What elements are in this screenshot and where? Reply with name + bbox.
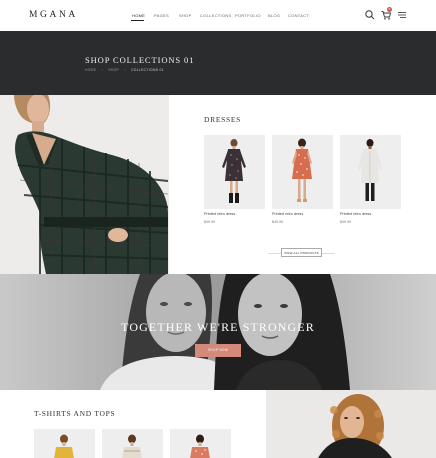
product-image[interactable]	[170, 429, 231, 458]
site-header: MGANA HOME PAGES SHOP COLLECTIONS PORTFO…	[0, 0, 436, 31]
breadcrumb: HOME › SHOP › COLLECTIONS 01	[85, 68, 168, 72]
breadcrumb-separator-icon: ›	[101, 68, 104, 72]
hero-image	[0, 95, 169, 274]
product-image[interactable]	[204, 135, 265, 209]
menu-icon[interactable]	[396, 9, 408, 21]
divider-line	[322, 252, 335, 253]
product-image[interactable]	[34, 429, 95, 458]
nav-contact[interactable]: CONTACT	[288, 13, 309, 18]
cart-count-badge: 0	[387, 7, 392, 12]
product-price: $49.99	[340, 220, 351, 224]
search-icon[interactable]	[364, 9, 376, 21]
nav-portfolio[interactable]: PORTFOLIO	[235, 13, 261, 18]
breadcrumb-current: COLLECTIONS 01	[131, 68, 164, 72]
banner-headline: TOGETHER WE'RE STRONGER	[121, 320, 315, 334]
product-image[interactable]	[272, 135, 333, 209]
product-name[interactable]: Printed retro dress	[340, 212, 371, 216]
breadcrumb-separator-icon: ›	[124, 68, 126, 72]
divider-line	[268, 252, 281, 253]
product-name[interactable]: Printed retro dress	[204, 212, 235, 216]
product-image[interactable]	[102, 429, 163, 458]
dresses-title: DRESSES	[204, 115, 241, 124]
page-title: SHOP COLLECTIONS 01	[85, 55, 195, 65]
breadcrumb-home[interactable]: HOME	[85, 68, 96, 72]
page-title-band	[0, 31, 436, 95]
nav-shop[interactable]: SHOP	[179, 13, 192, 18]
site-logo[interactable]: MGANA	[29, 10, 78, 20]
product-image[interactable]	[340, 135, 401, 209]
product-price: $49.99	[204, 220, 215, 224]
nav-collections[interactable]: COLLECTIONS	[200, 13, 232, 18]
view-all-products-button[interactable]: VIEW ALL PRODUCTS	[281, 248, 322, 257]
nav-blog[interactable]: BLOG	[268, 13, 280, 18]
nav-home[interactable]: HOME	[132, 13, 145, 18]
shop-now-button[interactable]: SHOP NOW	[195, 344, 241, 357]
nav-pages[interactable]: PAGES	[154, 13, 169, 18]
product-name[interactable]: Printed retro dress	[272, 212, 303, 216]
breadcrumb-shop[interactable]: SHOP	[108, 68, 119, 72]
tshirts-title: T-SHIRTS AND TOPS	[34, 409, 116, 418]
product-price: $49.99	[272, 220, 283, 224]
nav-active-underline	[131, 20, 144, 21]
side-image	[266, 390, 436, 458]
